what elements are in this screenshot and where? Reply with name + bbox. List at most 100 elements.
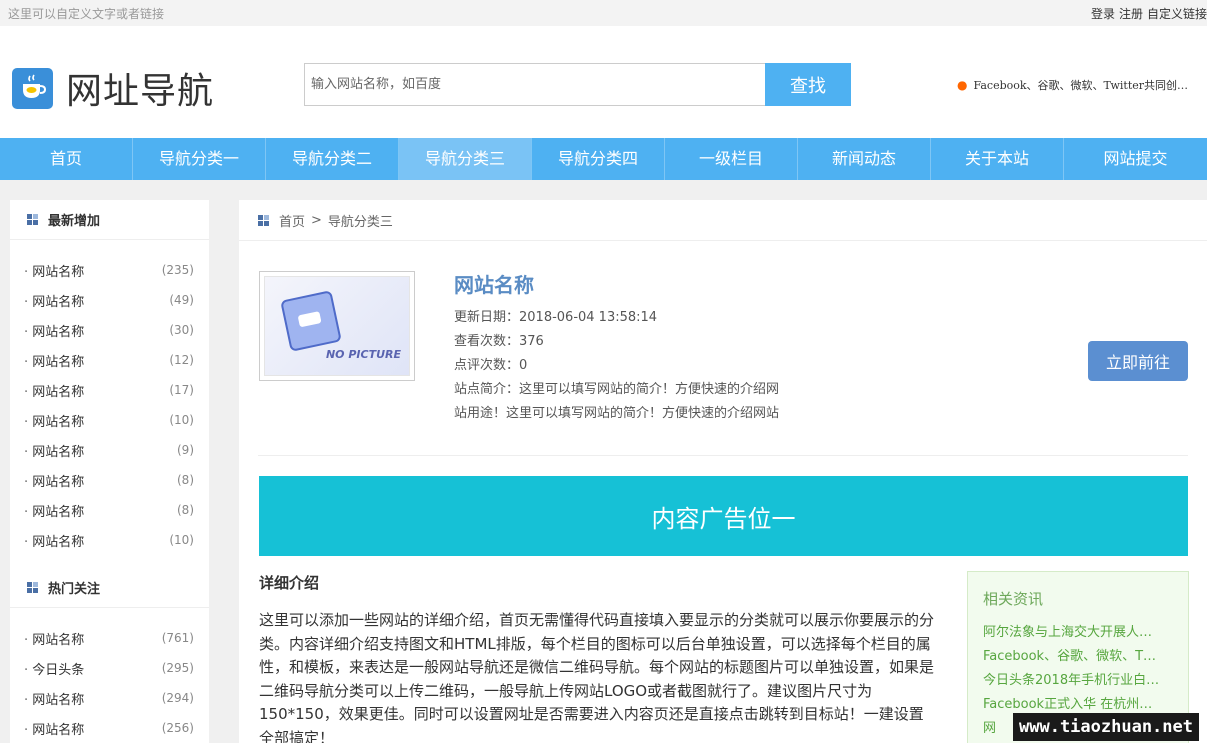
list-item-name: 网站名称 (24, 381, 84, 400)
nav-news[interactable]: 新闻动态 (798, 138, 931, 180)
list-item-count: (235) (161, 263, 194, 277)
nav-about[interactable]: 关于本站 (931, 138, 1064, 180)
list-item-count: (12) (169, 353, 194, 367)
nav-category-3[interactable]: 导航分类三 (399, 138, 532, 180)
list-item[interactable]: 网站名称 (49) (10, 285, 209, 315)
search-button[interactable]: 查找 (765, 63, 851, 106)
no-picture-image: NO PICTURE (264, 276, 410, 376)
coffee-cup-icon (12, 67, 53, 109)
list-item[interactable]: 网站名称 (10) (10, 525, 209, 555)
site-title: 网站名称 (454, 273, 534, 297)
list-item[interactable]: 网站名称 (9) (10, 435, 209, 465)
grid-icon (258, 214, 269, 226)
related-title: 相关资讯 (983, 590, 1044, 608)
list-item[interactable]: 网站名称 (256) (10, 713, 209, 743)
list-item-name: 网站名称 (24, 629, 84, 648)
list-item-count: (9) (177, 443, 194, 457)
list-item-count: (8) (177, 503, 194, 517)
login-link[interactable]: 登录 (1091, 7, 1115, 21)
list-item-name: 网站名称 (24, 689, 84, 708)
list-item[interactable]: 网站名称 (12) (10, 345, 209, 375)
grid-icon (27, 214, 38, 225)
detail-body: 这里可以添加一些网站的详细介绍，首页无需懂得代码直接填入要显示的分类就可以展示你… (259, 611, 935, 743)
sidebar: 最新增加 网站名称 (235) 网站名称 (49) 网站名称 (30) 网站名称 (12… (10, 200, 209, 743)
list-item[interactable]: 网站名称 (294) (10, 683, 209, 713)
visit-now-button[interactable]: 立即前往 (1088, 341, 1188, 381)
list-item-name: 网站名称 (24, 411, 84, 430)
top-bar-links: 登录 注册 自定义链接 (1087, 5, 1207, 22)
list-item-count: (17) (169, 383, 194, 397)
related-item[interactable]: 阿尔法象与上海交大开展人… (983, 621, 1175, 645)
newest-title-text: 最新增加 (48, 214, 101, 229)
site-logo[interactable]: 网址导航 (12, 62, 214, 114)
comment-count: 点评次数：0 (454, 358, 528, 373)
hot-title-text: 热门关注 (48, 582, 101, 597)
main-content: 首页 > 导航分类三 NO PICTURE 网站名称 更新日期：2018-06-… (239, 200, 1207, 743)
nav-category-4[interactable]: 导航分类四 (532, 138, 665, 180)
list-item-name: 网站名称 (24, 291, 84, 310)
site-details: 网站名称 更新日期：2018-06-04 13:58:14 查看次数：376 点… (454, 269, 779, 426)
site-usage: 站用途！这里可以填写网站的简介！方便快速的介绍网站 (454, 406, 780, 421)
list-item-count: (294) (161, 691, 194, 705)
news-ticker[interactable]: ● Facebook、谷歌、微软、Twitter共同创… (957, 77, 1202, 93)
nav-first-level[interactable]: 一级栏目 (665, 138, 798, 180)
related-item[interactable]: Facebook、谷歌、微软、T… (983, 645, 1175, 669)
hot-section-title: 热门关注 (10, 568, 209, 608)
search-input[interactable] (304, 63, 765, 106)
list-item[interactable]: 网站名称 (8) (10, 495, 209, 525)
list-item-count: (30) (169, 323, 194, 337)
list-item[interactable]: 网站名称 (8) (10, 465, 209, 495)
list-item[interactable]: 网站名称 (17) (10, 375, 209, 405)
custom-link[interactable]: 自定义链接 (1147, 7, 1207, 21)
top-bar-custom-text[interactable]: 这里可以自定义文字或者链接 (8, 5, 164, 22)
bullet-dot-icon: ● (957, 78, 968, 92)
breadcrumb-current[interactable]: 导航分类三 (328, 211, 393, 230)
cube-icon (280, 290, 342, 352)
update-date: 更新日期：2018-06-04 13:58:14 (454, 310, 658, 325)
list-item-name: 今日头条 (24, 659, 84, 678)
view-count: 查看次数：376 (454, 334, 544, 349)
list-item-count: (10) (169, 533, 194, 547)
list-item[interactable]: 网站名称 (761) (10, 623, 209, 653)
nav-home[interactable]: 首页 (0, 138, 133, 180)
grid-icon (27, 582, 38, 593)
detail-section: 详细介绍 这里可以添加一些网站的详细介绍，首页无需懂得代码直接填入要显示的分类就… (259, 572, 935, 743)
nav-submit-site[interactable]: 网站提交 (1064, 138, 1207, 180)
no-picture-label: NO PICTURE (325, 348, 401, 361)
list-item-count: (8) (177, 473, 194, 487)
list-item[interactable]: 网站名称 (235) (10, 255, 209, 285)
main-nav: 首页 导航分类一 导航分类二 导航分类三 导航分类四 一级栏目 新闻动态 关于本… (0, 138, 1207, 180)
newest-section-title: 最新增加 (10, 200, 209, 240)
list-item-name: 网站名称 (24, 261, 84, 280)
list-item[interactable]: 网站名称 (30) (10, 315, 209, 345)
news-ticker-text: Facebook、谷歌、微软、Twitter共同创… (973, 79, 1189, 92)
list-item-count: (256) (161, 721, 194, 735)
site-intro: 站点简介：这里可以填写网站的简介！方便快速的介绍网 (454, 382, 780, 397)
watermark: www.tiaozhuan.net (1013, 713, 1199, 741)
nav-category-2[interactable]: 导航分类二 (266, 138, 399, 180)
site-info: NO PICTURE 网站名称 更新日期：2018-06-04 13:58:14… (258, 241, 1188, 456)
ad-banner[interactable]: 内容广告位一 (259, 476, 1188, 556)
list-item-name: 网站名称 (24, 351, 84, 370)
list-item-count: (10) (169, 413, 194, 427)
register-link[interactable]: 注册 (1119, 7, 1143, 21)
nav-category-1[interactable]: 导航分类一 (133, 138, 266, 180)
breadcrumb-separator: > (311, 212, 322, 228)
header: 网址导航 查找 ● Facebook、谷歌、微软、Twitter共同创… (0, 26, 1207, 138)
search-bar: 查找 (304, 63, 851, 106)
list-item-name: 网站名称 (24, 719, 84, 738)
breadcrumb: 首页 > 导航分类三 (239, 200, 1207, 241)
site-thumbnail[interactable]: NO PICTURE (259, 271, 415, 381)
logo-text: 网址导航 (66, 71, 215, 112)
list-item-count: (761) (161, 631, 194, 645)
related-item[interactable]: 今日头条2018年手机行业白… (983, 669, 1175, 693)
list-item[interactable]: 网站名称 (10) (10, 405, 209, 435)
top-bar: 这里可以自定义文字或者链接 登录 注册 自定义链接 (0, 0, 1207, 26)
breadcrumb-home[interactable]: 首页 (279, 211, 305, 230)
list-item-name: 网站名称 (24, 531, 84, 550)
list-item-count: (49) (169, 293, 194, 307)
detail-title: 详细介绍 (259, 574, 320, 592)
list-item-name: 网站名称 (24, 441, 84, 460)
list-item[interactable]: 今日头条 (295) (10, 653, 209, 683)
list-item-name: 网站名称 (24, 321, 84, 340)
